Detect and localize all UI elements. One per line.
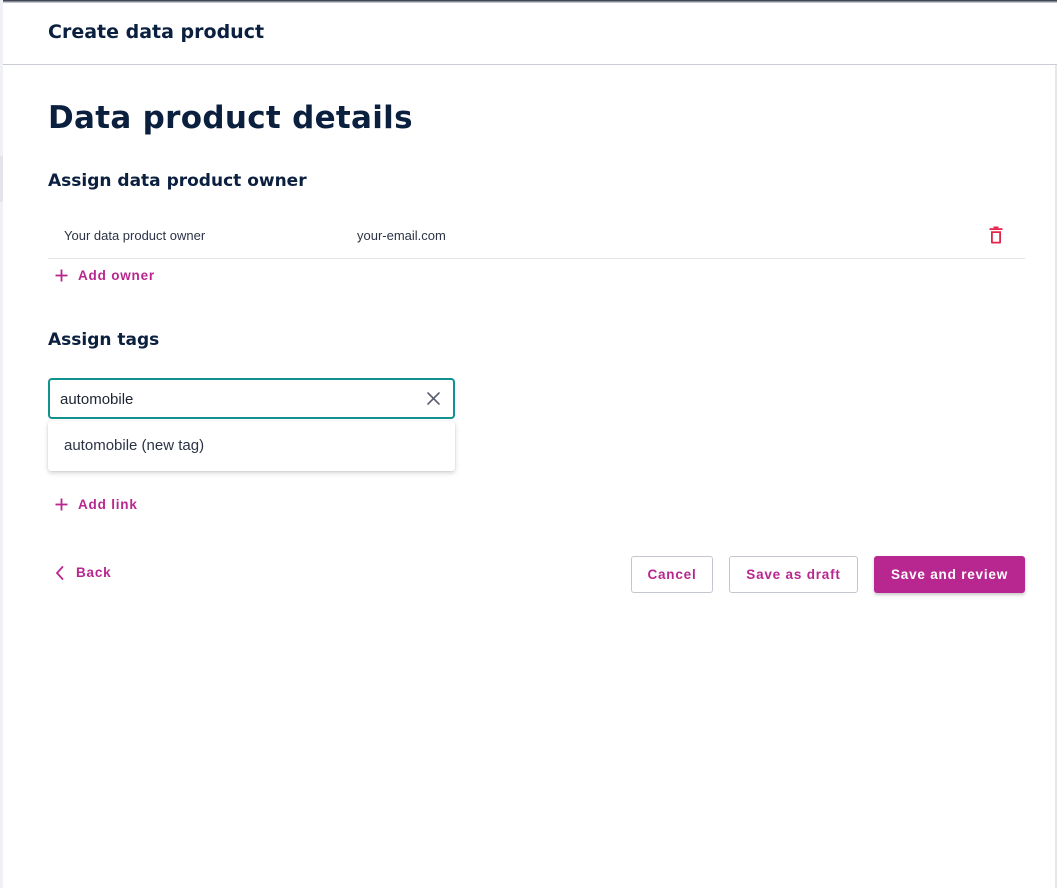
chevron-left-icon bbox=[56, 565, 64, 580]
page-title: Data product details bbox=[48, 100, 413, 136]
clear-icon[interactable] bbox=[426, 391, 441, 406]
left-panel-tab bbox=[0, 156, 3, 202]
add-link-label: Add link bbox=[78, 497, 138, 512]
plus-icon bbox=[55, 269, 68, 282]
owner-row: Your data product owner your-email.com bbox=[48, 214, 1025, 259]
dialog-title: Create data product bbox=[48, 21, 265, 43]
back-label: Back bbox=[76, 565, 112, 580]
owner-name: Your data product owner bbox=[64, 228, 206, 243]
left-panel-edge bbox=[0, 0, 3, 888]
save-draft-button[interactable]: Save as draft bbox=[729, 556, 858, 593]
dialog-header: Create data product bbox=[3, 3, 1057, 65]
tag-suggestions-dropdown: automobile (new tag) bbox=[48, 421, 455, 471]
delete-owner-button[interactable] bbox=[987, 224, 1005, 246]
owner-email: your-email.com bbox=[357, 228, 446, 243]
tag-suggestion-option[interactable]: automobile (new tag) bbox=[48, 421, 455, 471]
owner-section-title: Assign data product owner bbox=[48, 171, 307, 191]
add-link-button[interactable]: Add link bbox=[55, 497, 138, 512]
add-owner-button[interactable]: Add owner bbox=[55, 268, 155, 283]
save-and-review-button[interactable]: Save and review bbox=[874, 556, 1025, 593]
tag-input[interactable] bbox=[60, 389, 400, 409]
back-button[interactable]: Back bbox=[55, 565, 111, 580]
cancel-button[interactable]: Cancel bbox=[631, 556, 713, 593]
plus-icon bbox=[55, 498, 68, 511]
tag-input-container[interactable] bbox=[48, 378, 455, 419]
tags-section-title: Assign tags bbox=[48, 330, 160, 350]
trash-icon bbox=[989, 226, 1003, 244]
add-owner-label: Add owner bbox=[78, 268, 155, 283]
